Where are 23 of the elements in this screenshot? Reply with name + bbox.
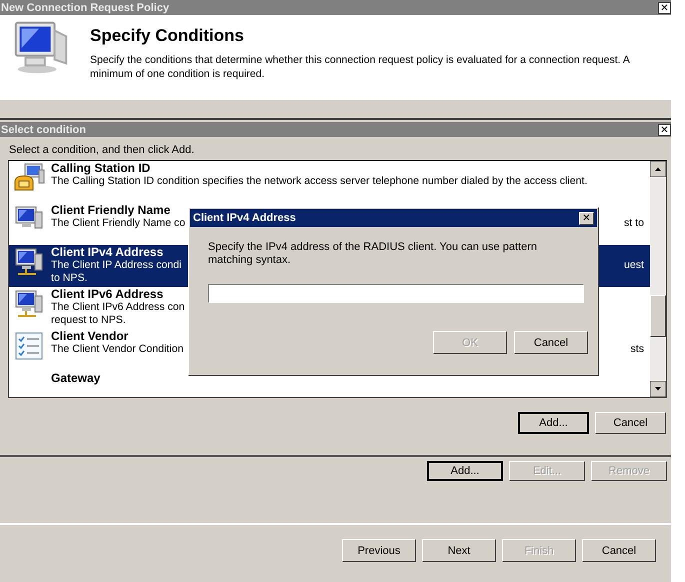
window-title: New Connection Request Policy [1, 2, 170, 14]
dialog-title: Client IPv4 Address [193, 212, 296, 224]
page-description: Specify the conditions that determine whether this connection request policy is evaluated for a connection request. A minimum of one condition is required. [90, 53, 631, 81]
item-title: Client Vendor [51, 330, 128, 343]
item-description: to NPS. [51, 272, 88, 285]
item-description: The Client Friendly Name co [51, 217, 186, 230]
item-title: Gateway [51, 372, 100, 385]
item-description: The Client IP Address condi [51, 259, 182, 272]
item-description: The Client Vendor Condition [51, 343, 184, 356]
item-title: Client IPv6 Address [51, 288, 164, 301]
item-title: Client Friendly Name [51, 204, 170, 217]
item-description: The Client IPv6 Address con [51, 301, 185, 314]
item-description: The Calling Station ID condition specifies the network access server telephone number dialed by the access client. [51, 175, 588, 188]
dialog-title: Select condition [1, 124, 86, 136]
item-description: sts [630, 343, 644, 356]
item-description: uest [624, 259, 644, 272]
page-heading: Specify Conditions [90, 26, 245, 46]
dialog-description: Specify the IPv4 address of the RADIUS client. You can use pattern matching syntax. [208, 241, 538, 267]
item-description: st to [624, 217, 644, 230]
item-description: request to NPS. [51, 314, 126, 327]
item-title: Client IPv4 Address [51, 246, 164, 259]
instruction-text: Select a condition, and then click Add. [9, 144, 196, 156]
item-title: Calling Station ID [51, 162, 150, 175]
